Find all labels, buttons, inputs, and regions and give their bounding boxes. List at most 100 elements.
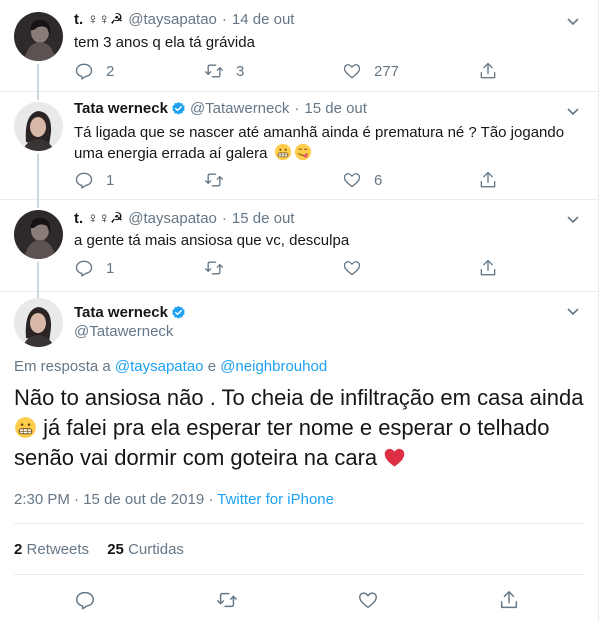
verified-badge-icon bbox=[172, 305, 185, 319]
tweet-date[interactable]: 14 de out bbox=[232, 11, 295, 28]
retweet-button[interactable] bbox=[204, 170, 236, 190]
retweets-count: 2 bbox=[14, 541, 23, 558]
tweet-2[interactable]: Tata werneck @Tatawerneck · 15 de out Tá… bbox=[0, 92, 598, 200]
reply-button[interactable]: 1 bbox=[74, 170, 114, 190]
tweet-date[interactable]: 15 de out bbox=[232, 210, 295, 227]
separator: · bbox=[294, 100, 300, 117]
separator: · bbox=[74, 491, 84, 508]
tweet-actions: 2 3 277 bbox=[74, 61, 504, 81]
tweet-text-line-2: uma energia errada aí galera bbox=[74, 143, 574, 164]
caret-down-icon[interactable] bbox=[566, 14, 580, 28]
retweet-button[interactable] bbox=[204, 258, 236, 278]
yum-emoji-icon bbox=[294, 143, 311, 161]
replying-to: Em resposta a @taysapatao e @neighbrouho… bbox=[14, 358, 327, 375]
grimacing-emoji-icon bbox=[15, 417, 36, 438]
retweet-icon bbox=[205, 173, 223, 187]
author-name[interactable]: Tata werneck bbox=[74, 304, 168, 321]
share-icon bbox=[480, 171, 496, 188]
grimacing-emoji-icon bbox=[274, 143, 291, 161]
main-author-handle-row: @Tatawerneck bbox=[74, 323, 173, 340]
reply-count: 2 bbox=[106, 62, 115, 80]
like-icon bbox=[343, 261, 361, 276]
reply-user-link-2[interactable]: @neighbrouhod bbox=[220, 358, 327, 375]
like-icon bbox=[343, 64, 361, 79]
tweet-header: t. ♀♀☭ @taysapatao · 15 de out bbox=[74, 209, 295, 228]
reply-button[interactable]: 2 bbox=[74, 61, 114, 81]
tweet-full-date[interactable]: 15 de out de 2019 bbox=[83, 491, 204, 508]
tweet-actions: 1 6 bbox=[74, 170, 504, 190]
tweet-meta: 2:30 PM · 15 de out de 2019 · Twitter fo… bbox=[14, 491, 334, 508]
reply-prefix: Em resposta a bbox=[14, 358, 111, 375]
retweet-count: 3 bbox=[236, 62, 245, 80]
author-name[interactable]: t. ♀♀☭ bbox=[74, 10, 123, 28]
main-tweet-header: Tata werneck @Tatawerneck bbox=[0, 292, 598, 352]
likes-stat[interactable]: 25 Curtidas bbox=[107, 541, 184, 558]
thread-line bbox=[37, 262, 39, 292]
reply-button[interactable]: 1 bbox=[74, 258, 114, 278]
main-text-line-1: Não to ansiosa não . To cheia de infiltr… bbox=[14, 385, 584, 410]
reply-icon bbox=[75, 63, 93, 80]
reply-icon bbox=[75, 260, 93, 277]
retweet-button[interactable]: 3 bbox=[204, 61, 244, 81]
tweet-3[interactable]: t. ♀♀☭ @taysapatao · 15 de out a gente t… bbox=[0, 200, 598, 292]
reply-and: e bbox=[207, 358, 217, 375]
author-handle[interactable]: @taysapatao bbox=[128, 11, 217, 28]
share-icon[interactable] bbox=[498, 589, 520, 611]
share-icon bbox=[480, 62, 496, 79]
tweet-header: t. ♀♀☭ @taysapatao · 14 de out bbox=[74, 10, 295, 29]
author-handle[interactable]: @taysapatao bbox=[128, 210, 217, 227]
tweet-source-link[interactable]: Twitter for iPhone bbox=[217, 491, 334, 508]
tweet-text-line-2-text: uma energia errada aí galera bbox=[74, 145, 268, 162]
main-text-line-3: senão vai dormir com goteira na cara bbox=[14, 443, 584, 473]
separator: · bbox=[221, 209, 227, 227]
thread-line bbox=[37, 200, 39, 208]
like-icon[interactable] bbox=[357, 589, 379, 611]
author-name[interactable]: Tata werneck bbox=[74, 100, 168, 117]
likes-count: 25 bbox=[107, 541, 124, 558]
caret-down-icon[interactable] bbox=[566, 304, 580, 318]
reply-icon[interactable] bbox=[74, 589, 96, 611]
thread-line bbox=[37, 92, 39, 100]
author-handle[interactable]: @Tatawerneck bbox=[190, 100, 289, 117]
share-button[interactable] bbox=[478, 258, 498, 278]
reply-user-link-1[interactable]: @taysapatao bbox=[115, 358, 204, 375]
author-handle[interactable]: @Tatawerneck bbox=[74, 323, 173, 340]
thread-line bbox=[37, 64, 39, 92]
main-author: Tata werneck bbox=[74, 304, 190, 321]
caret-down-icon[interactable] bbox=[566, 212, 580, 226]
separator: · bbox=[208, 491, 218, 508]
share-button[interactable] bbox=[478, 170, 498, 190]
tweet-stats: 2 Retweets 25 Curtidas bbox=[14, 541, 184, 558]
share-button[interactable] bbox=[478, 61, 498, 81]
avatar-tatawerneck[interactable] bbox=[14, 298, 63, 347]
main-text-line-3-text: senão vai dormir com goteira na cara bbox=[14, 445, 378, 470]
avatar-tatawerneck[interactable] bbox=[14, 102, 63, 151]
like-button[interactable] bbox=[342, 258, 374, 278]
tweet-text-line-1: Tá ligada que se nascer até amanhã ainda… bbox=[74, 124, 565, 141]
retweet-icon bbox=[205, 261, 223, 275]
reply-count: 1 bbox=[106, 171, 115, 189]
reply-count: 1 bbox=[106, 259, 115, 277]
separator: · bbox=[221, 10, 227, 28]
caret-down-icon[interactable] bbox=[566, 104, 580, 118]
avatar-taysapatao[interactable] bbox=[14, 12, 63, 61]
like-button[interactable]: 6 bbox=[342, 170, 382, 190]
tweet-date[interactable]: 15 de out bbox=[304, 100, 367, 117]
retweet-icon[interactable] bbox=[216, 589, 238, 611]
retweet-icon bbox=[205, 64, 223, 78]
thread-line bbox=[37, 154, 39, 200]
tweet-header: Tata werneck @Tatawerneck · 15 de out bbox=[74, 100, 367, 117]
reply-icon bbox=[75, 172, 93, 189]
avatar-taysapatao[interactable] bbox=[14, 210, 63, 259]
likes-label: Curtidas bbox=[128, 541, 184, 558]
main-text-line-2: já falei pra ela esperar ter nome e espe… bbox=[14, 413, 584, 443]
tweet-text: Tá ligada que se nascer até amanhã ainda… bbox=[74, 123, 574, 164]
tweet-1[interactable]: t. ♀♀☭ @taysapatao · 14 de out tem 3 ano… bbox=[0, 0, 598, 92]
author-name[interactable]: t. ♀♀☭ bbox=[74, 209, 123, 227]
retweets-stat[interactable]: 2 Retweets bbox=[14, 541, 89, 558]
retweets-label: Retweets bbox=[26, 541, 90, 558]
tweet-time[interactable]: 2:30 PM bbox=[14, 491, 70, 508]
red-heart-icon bbox=[385, 448, 405, 467]
main-text-line-2-text: já falei pra ela esperar ter nome e espe… bbox=[43, 415, 550, 440]
like-button[interactable]: 277 bbox=[342, 61, 399, 81]
